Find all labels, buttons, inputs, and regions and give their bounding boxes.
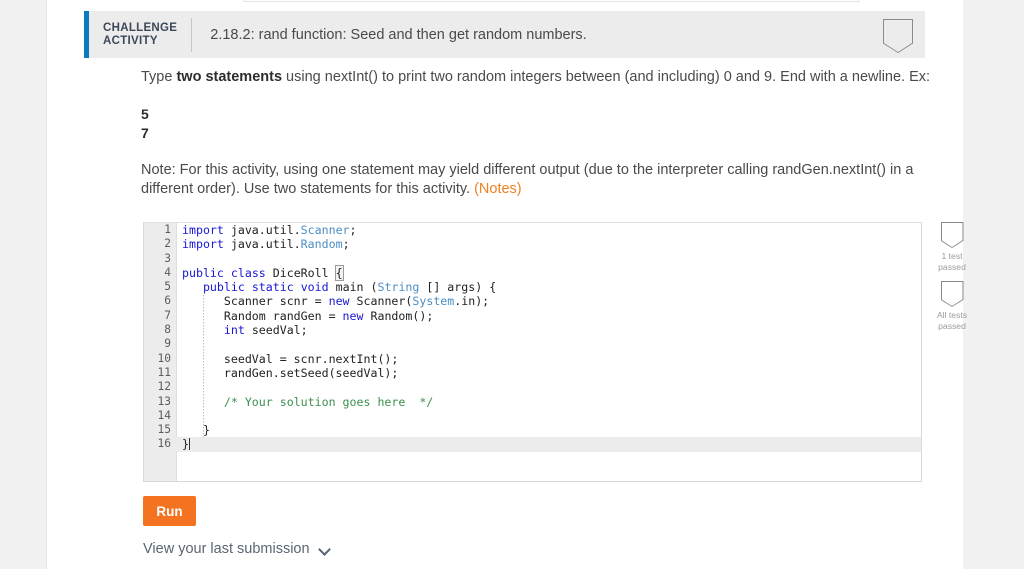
code-line[interactable]: 15 } bbox=[144, 423, 921, 437]
activity-title: 2.18.2: rand function: Seed and then get… bbox=[210, 26, 587, 43]
test-caption-line1: All tests bbox=[936, 310, 968, 320]
line-number: 7 bbox=[164, 308, 171, 322]
code-text[interactable] bbox=[177, 380, 921, 394]
pennant-inner bbox=[941, 223, 963, 247]
test-result-caption: 1 test passed bbox=[927, 251, 977, 272]
instruction-suffix: using nextInt() to print two random inte… bbox=[282, 69, 931, 85]
code-line[interactable]: 6 Scanner scnr = new Scanner(System.in); bbox=[144, 294, 921, 308]
line-number: 2 bbox=[164, 237, 171, 251]
line-number: 12 bbox=[157, 380, 171, 394]
test-caption-line1: 1 test bbox=[941, 251, 963, 261]
code-text[interactable] bbox=[177, 409, 921, 423]
test-results-rail: 1 test passed All tests passed bbox=[927, 222, 977, 340]
code-text[interactable]: Scanner scnr = new Scanner(System.in); bbox=[177, 294, 921, 308]
line-number: 6 bbox=[164, 294, 171, 308]
view-last-submission[interactable]: View your last submission bbox=[143, 541, 330, 557]
code-line[interactable]: 3 bbox=[144, 252, 921, 266]
line-number: 16 bbox=[144, 437, 177, 452]
code-line[interactable]: 16} bbox=[144, 437, 921, 452]
pennant-badge-icon bbox=[940, 281, 964, 307]
test-caption-line2: passed bbox=[938, 320, 966, 331]
pennant-inner bbox=[884, 20, 912, 52]
notes-link[interactable]: (Notes) bbox=[474, 181, 522, 197]
code-line[interactable]: 4 public class DiceRoll { bbox=[144, 264, 921, 281]
line-number: 5 bbox=[164, 280, 171, 294]
text-cursor bbox=[188, 438, 190, 451]
code-line[interactable]: 10 seedVal = scnr.nextInt(); bbox=[144, 352, 921, 366]
code-text[interactable]: } bbox=[177, 437, 921, 452]
line-number: 9 bbox=[164, 337, 171, 351]
code-text[interactable]: Random randGen = new Random(); bbox=[177, 309, 921, 323]
code-line[interactable]: 5 public static void main (String [] arg… bbox=[144, 280, 921, 294]
test-result-item: 1 test passed bbox=[927, 222, 977, 272]
test-caption-line2: passed bbox=[938, 261, 966, 272]
note-text: Note: For this activity, using one state… bbox=[141, 162, 914, 197]
code-text[interactable]: public static void main (String [] args)… bbox=[177, 280, 921, 294]
code-text[interactable]: int seedVal; bbox=[177, 323, 921, 337]
instructions-block: Type two statements using nextInt() to p… bbox=[141, 68, 931, 199]
challenge-label-line2: ACTIVITY bbox=[103, 34, 158, 47]
line-number: 1 bbox=[164, 223, 171, 236]
code-text[interactable]: randGen.setSeed(seedVal); bbox=[177, 366, 921, 380]
code-text[interactable]: } bbox=[177, 423, 921, 437]
code-text[interactable]: public class DiceRoll { bbox=[177, 264, 921, 281]
instruction-strong: two statements bbox=[176, 69, 283, 85]
code-line[interactable]: 12 bbox=[144, 380, 921, 394]
line-number: 15 bbox=[157, 423, 171, 437]
example-output: 5 7 bbox=[141, 105, 931, 143]
code-text[interactable] bbox=[177, 252, 921, 266]
test-result-caption: All tests passed bbox=[927, 310, 977, 331]
line-number: 10 bbox=[157, 351, 171, 365]
instruction-line: Type two statements using nextInt() to p… bbox=[141, 68, 931, 87]
code-editor[interactable]: 1 import java.util.Scanner; 2 import java.u… bbox=[143, 222, 922, 482]
code-line[interactable]: 14 bbox=[144, 409, 921, 423]
instruction-note: Note: For this activity, using one state… bbox=[141, 161, 931, 199]
code-text[interactable]: seedVal = scnr.nextInt(); bbox=[177, 352, 921, 366]
challenge-label-line1: CHALLENGE bbox=[103, 21, 178, 34]
line-number: 8 bbox=[164, 323, 171, 337]
activity-page: CHALLENGE ACTIVITY 2.18.2: rand function… bbox=[47, 0, 967, 569]
line-number: 13 bbox=[157, 394, 171, 408]
pennant-badge-icon bbox=[940, 222, 964, 248]
line-number: 14 bbox=[157, 408, 171, 422]
code-text[interactable]: /* Your solution goes here */ bbox=[177, 395, 921, 409]
run-button[interactable]: Run bbox=[143, 496, 196, 526]
code-line[interactable]: 9 bbox=[144, 337, 921, 351]
test-result-item: All tests passed bbox=[927, 281, 977, 331]
cutoff-panel-above bbox=[243, 0, 860, 2]
view-last-submission-label: View your last submission bbox=[143, 541, 310, 557]
code-line[interactable]: 7 Random randGen = new Random(); bbox=[144, 309, 921, 323]
code-line[interactable]: 2 import java.util.Random; bbox=[144, 237, 921, 251]
code-text[interactable]: import java.util.Random; bbox=[177, 237, 921, 251]
pennant-badge-icon bbox=[883, 19, 913, 53]
pennant-inner bbox=[941, 282, 963, 306]
example-output-line-2: 7 bbox=[141, 125, 149, 141]
code-line[interactable]: 11 randGen.setSeed(seedVal); bbox=[144, 366, 921, 380]
activity-header: CHALLENGE ACTIVITY 2.18.2: rand function… bbox=[84, 11, 925, 58]
line-number: 3 bbox=[164, 251, 171, 265]
chevron-down-icon[interactable] bbox=[319, 544, 330, 555]
editor-code-area[interactable]: 1 import java.util.Scanner; 2 import java.u… bbox=[144, 223, 921, 481]
example-output-line-1: 5 bbox=[141, 106, 149, 122]
instruction-prefix: Type bbox=[141, 69, 177, 85]
code-line[interactable]: 1 import java.util.Scanner; bbox=[144, 223, 921, 237]
line-number: 11 bbox=[157, 365, 171, 379]
code-line[interactable]: 13 /* Your solution goes here */ bbox=[144, 395, 921, 409]
code-text[interactable] bbox=[177, 337, 921, 351]
code-line[interactable]: 8 int seedVal; bbox=[144, 323, 921, 337]
line-number: 4 bbox=[164, 265, 171, 279]
challenge-activity-label: CHALLENGE ACTIVITY bbox=[89, 22, 191, 48]
code-text[interactable]: import java.util.Scanner; bbox=[177, 223, 921, 237]
